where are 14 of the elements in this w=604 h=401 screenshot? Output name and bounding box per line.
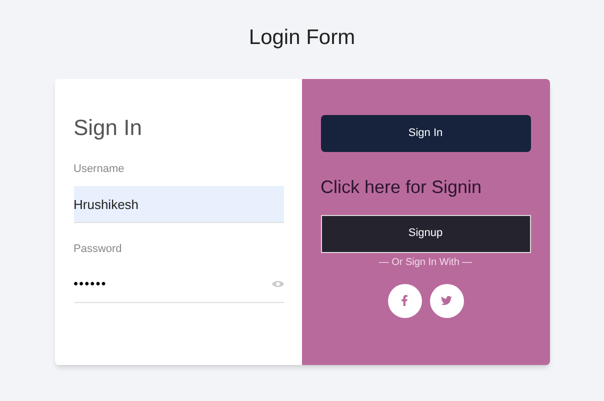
password-field[interactable]: •••••• [74, 266, 284, 302]
sign-in-heading: Sign In [74, 116, 143, 138]
facebook-button[interactable] [388, 284, 422, 318]
bird-icon [441, 295, 452, 306]
sign-in-button[interactable]: Sign In [320, 114, 530, 152]
facebook-icon [399, 295, 410, 306]
twitter-button[interactable] [430, 284, 464, 318]
page-title: Login Form [248, 25, 356, 51]
signin-prompt: Click here for Signin [320, 176, 483, 199]
password-label: Password [74, 242, 123, 257]
signup-button[interactable]: Signup [320, 214, 530, 252]
username-label: Username [74, 162, 126, 176]
divider-text: — Or Sign In With — [378, 256, 474, 270]
username-field[interactable]: Hrushikesh [74, 186, 284, 223]
